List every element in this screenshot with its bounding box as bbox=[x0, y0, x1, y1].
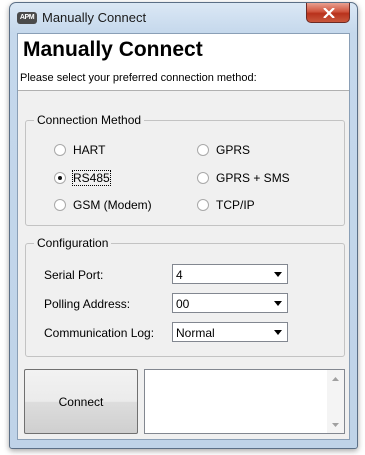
radio-label: RS485 bbox=[72, 170, 111, 186]
dialog-body: Manually Connect Please select your pref… bbox=[17, 33, 350, 440]
communication-log-label: Communication Log: bbox=[44, 326, 155, 340]
radio-button-selected[interactable] bbox=[54, 172, 66, 184]
polling-address-label: Polling Address: bbox=[44, 297, 131, 311]
window-title: Manually Connect bbox=[42, 10, 147, 25]
radio-button[interactable] bbox=[197, 172, 209, 184]
radio-gprs-sms[interactable]: GPRS + SMS bbox=[197, 171, 290, 185]
serial-port-select[interactable]: 4 bbox=[172, 264, 288, 284]
polling-address-select[interactable]: 00 bbox=[172, 293, 288, 313]
scroll-up-arrow-icon[interactable] bbox=[327, 370, 344, 387]
radio-button[interactable] bbox=[54, 144, 66, 156]
radio-gprs[interactable]: GPRS bbox=[197, 143, 250, 157]
radio-label: GPRS bbox=[216, 143, 251, 157]
page-title: Manually Connect bbox=[23, 38, 203, 61]
radio-button[interactable] bbox=[197, 199, 209, 211]
chevron-down-icon[interactable] bbox=[270, 295, 286, 311]
radio-button[interactable] bbox=[54, 199, 66, 211]
radio-tcp-ip[interactable]: TCP/IP bbox=[197, 198, 255, 212]
radio-gsm-modem[interactable]: GSM (Modem) bbox=[54, 198, 152, 212]
app-logo-icon: APM bbox=[17, 12, 37, 24]
chevron-down-icon[interactable] bbox=[270, 266, 286, 282]
configuration-legend: Configuration bbox=[34, 236, 112, 250]
serial-port-label: Serial Port: bbox=[44, 268, 104, 282]
scroll-down-arrow-icon[interactable] bbox=[327, 416, 344, 433]
dialog-window: APM Manually Connect Manually Connect Pl… bbox=[9, 2, 358, 449]
chevron-down-icon[interactable] bbox=[270, 324, 286, 340]
close-x-icon bbox=[323, 8, 335, 18]
log-output-textarea[interactable] bbox=[144, 369, 345, 434]
connection-method-group: Connection Method HART GPRS RS485 GPRS +… bbox=[25, 113, 345, 226]
configuration-group: Configuration Serial Port: 4 Polling Add… bbox=[25, 236, 345, 357]
radio-label: GSM (Modem) bbox=[73, 198, 152, 212]
connection-method-legend: Connection Method bbox=[34, 113, 145, 127]
page-subtitle: Please select your preferred connection … bbox=[20, 72, 257, 84]
connect-button[interactable]: Connect bbox=[24, 369, 138, 434]
radio-hart[interactable]: HART bbox=[54, 143, 105, 157]
radio-label: GPRS + SMS bbox=[216, 171, 290, 185]
radio-label: TCP/IP bbox=[216, 198, 255, 212]
log-scrollbar[interactable] bbox=[327, 370, 344, 433]
polling-address-value: 00 bbox=[176, 297, 190, 311]
radio-rs485[interactable]: RS485 bbox=[54, 170, 111, 186]
title-bar[interactable]: APM Manually Connect bbox=[10, 3, 357, 33]
communication-log-value: Normal bbox=[176, 326, 215, 340]
radio-label: HART bbox=[73, 143, 106, 157]
serial-port-value: 4 bbox=[176, 268, 183, 282]
header-band: Manually Connect Please select your pref… bbox=[18, 34, 349, 91]
radio-button[interactable] bbox=[197, 144, 209, 156]
communication-log-select[interactable]: Normal bbox=[172, 322, 288, 342]
close-button[interactable] bbox=[306, 3, 350, 23]
